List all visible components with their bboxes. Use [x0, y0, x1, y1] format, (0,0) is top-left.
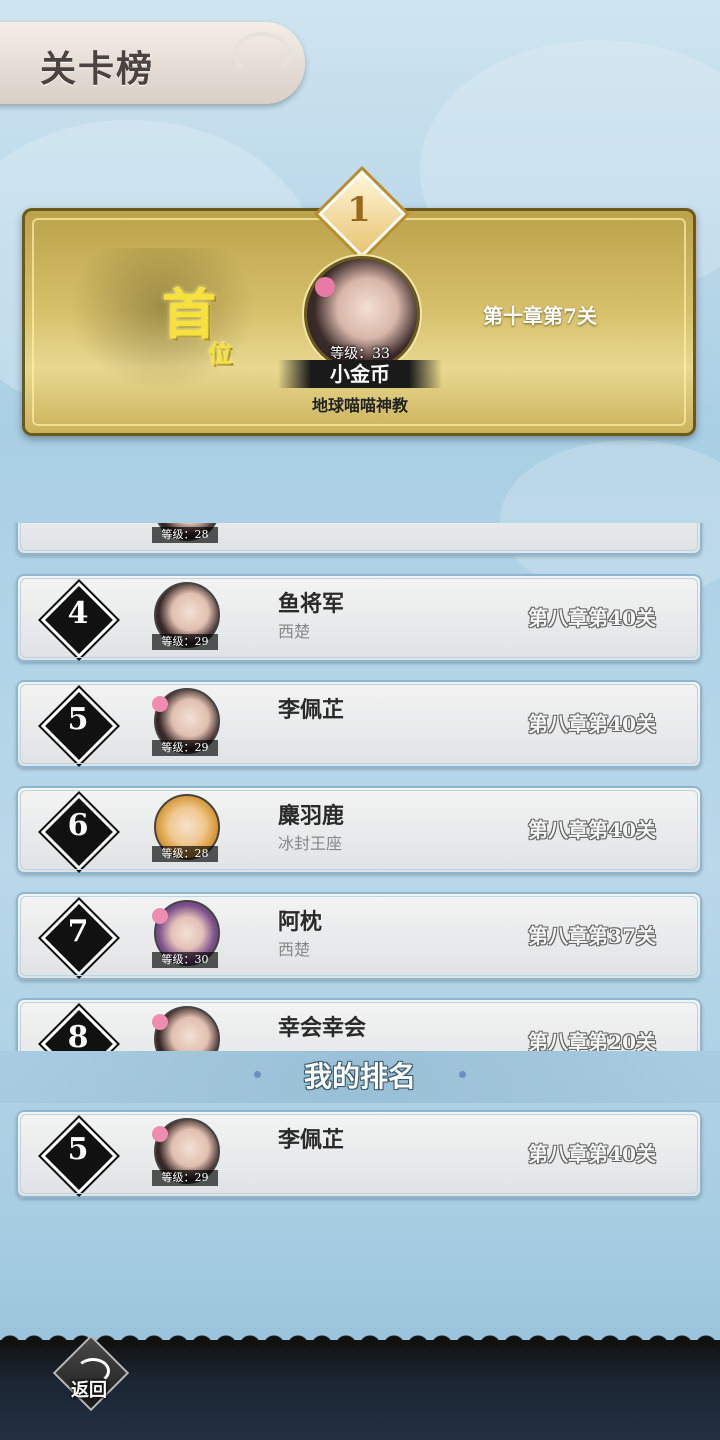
player-avatar	[152, 900, 220, 966]
player-avatar	[154, 523, 220, 541]
player-avatar	[152, 1118, 220, 1184]
player-stage: 第八章第40关	[528, 712, 656, 736]
ranking-row[interactable]: 7 等级：30 阿枕 西楚 第八章第37关	[16, 892, 702, 980]
player-level: 等级：29	[152, 1170, 218, 1186]
rank-number: 7	[67, 914, 89, 949]
cloud-swirl-icon	[233, 32, 291, 76]
player-level: 等级：28	[152, 846, 218, 862]
ranking-row[interactable]: 5 等级：29 李佩芷 第八章第40关	[16, 680, 702, 768]
player-stage: 第八章第40关	[528, 818, 656, 842]
player-stage: 第八章第20关	[528, 1030, 656, 1051]
my-rank-title: 我的排名	[303, 1060, 416, 1093]
player-name: 幸会幸会	[278, 1015, 367, 1041]
player-stage: 第八章第37关	[528, 924, 656, 948]
top-player-stage: 第十章第7关	[483, 304, 597, 328]
rank-number: 6	[67, 808, 89, 843]
ranking-list[interactable]: 等级：28 4 等级：29 鱼将军 西楚 第八章第40关 5 等级：29 李佩芷…	[0, 523, 720, 1051]
flower-icon	[152, 908, 168, 924]
player-stage: 第八章第40关	[528, 1142, 656, 1166]
my-rank-row[interactable]: 5 等级：29 李佩芷 第八章第40关	[16, 1110, 702, 1198]
flower-icon	[152, 1126, 168, 1142]
ranking-row[interactable]: 8 幸会幸会 第八章第20关	[16, 998, 702, 1051]
top-rank-number: 1	[347, 190, 371, 230]
rank-number: 8	[67, 1020, 89, 1051]
player-stage: 第八章第40关	[528, 606, 656, 630]
first-place-badge: 首 位	[162, 284, 242, 370]
player-avatar	[154, 582, 220, 648]
player-name: 阿枕	[278, 909, 323, 935]
flower-icon	[315, 277, 335, 297]
player-guild: 西楚	[278, 622, 311, 641]
player-name: 李佩芷	[278, 697, 345, 723]
back-label[interactable]: 返回	[54, 1376, 124, 1402]
player-avatar	[152, 1006, 220, 1051]
player-name: 鱼将军	[278, 591, 345, 617]
player-level: 等级：28	[152, 527, 218, 543]
top-player-guild: 地球喵喵神教	[311, 396, 408, 415]
player-avatar	[152, 688, 220, 754]
player-guild: 冰封王座	[278, 834, 343, 853]
player-level: 等级：29	[152, 740, 218, 756]
top-player-name: 小金币	[278, 360, 442, 388]
ranking-row[interactable]: 等级：28	[16, 523, 702, 555]
player-level: 等级：29	[152, 634, 218, 650]
rank-number: 5	[67, 1132, 89, 1167]
rank-number: 4	[67, 596, 89, 631]
player-level: 等级：30	[152, 952, 218, 968]
first-place-small-text: 位	[208, 339, 232, 368]
player-name: 李佩芷	[278, 1127, 345, 1153]
ranking-row[interactable]: 4 等级：29 鱼将军 西楚 第八章第40关	[16, 574, 702, 662]
player-avatar	[154, 794, 220, 860]
player-guild: 西楚	[278, 940, 311, 959]
ranking-row[interactable]: 6 等级：28 麋羽鹿 冰封王座 第八章第40关	[16, 786, 702, 874]
page-title: 关卡榜	[40, 48, 155, 90]
rank-number: 5	[67, 702, 89, 737]
flower-icon	[152, 696, 168, 712]
player-name: 麋羽鹿	[278, 803, 345, 829]
flower-icon	[152, 1014, 168, 1030]
